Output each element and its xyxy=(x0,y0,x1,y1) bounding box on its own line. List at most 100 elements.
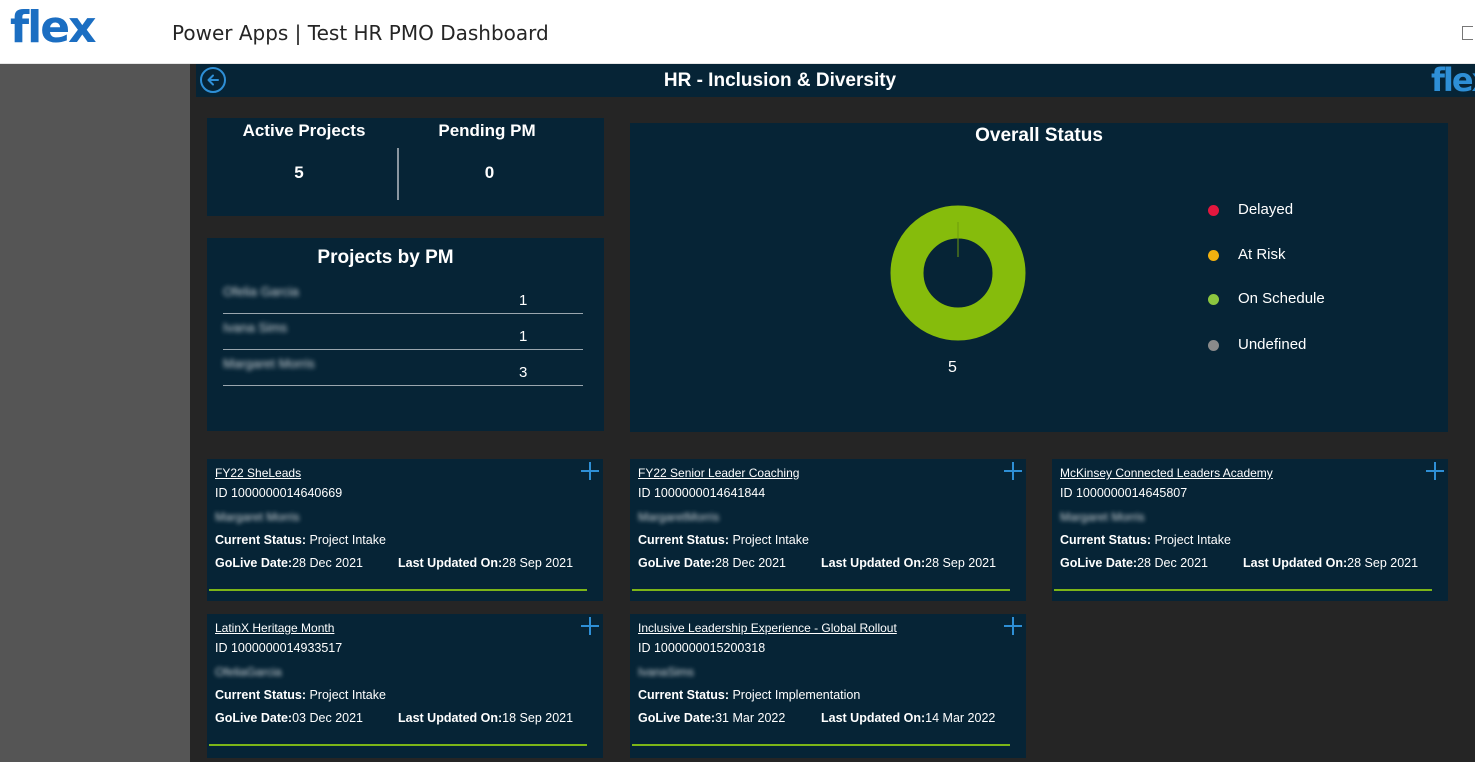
last-updated: Last Updated On:28 Sep 2021 xyxy=(821,556,996,570)
status-label: Current Status: xyxy=(215,688,306,702)
left-rail xyxy=(0,64,190,762)
updated-label: Last Updated On: xyxy=(398,556,503,570)
add-icon[interactable] xyxy=(1004,617,1022,635)
add-icon[interactable] xyxy=(1004,462,1022,480)
project-id: ID 1000000014645807 xyxy=(1060,486,1188,500)
status-value: Project Implementation xyxy=(732,688,861,702)
project-status: Current Status: Project Intake xyxy=(638,533,809,547)
updated-label: Last Updated On: xyxy=(821,711,926,725)
golive-label: GoLive Date: xyxy=(638,556,716,570)
updated-value: 28 Sep 2021 xyxy=(502,556,574,570)
active-projects-label: Active Projects xyxy=(242,121,366,140)
project-id: ID 1000000014640669 xyxy=(215,486,343,500)
project-status: Current Status: Project Implementation xyxy=(638,688,860,702)
project-dates: GoLive Date:28 Dec 2021 Last Updated On:… xyxy=(215,556,605,570)
golive-label: GoLive Date: xyxy=(1060,556,1138,570)
kpi-divider xyxy=(397,148,399,200)
status-label: Current Status: xyxy=(1060,533,1151,547)
add-icon[interactable] xyxy=(581,462,599,480)
last-updated: Last Updated On:28 Sep 2021 xyxy=(1243,556,1418,570)
project-title-link[interactable]: FY22 Senior Leader Coaching xyxy=(638,466,799,480)
golive: GoLive Date:28 Dec 2021 xyxy=(1060,556,1208,570)
updated-value: 28 Sep 2021 xyxy=(1347,556,1419,570)
project-title-link[interactable]: FY22 SheLeads xyxy=(215,466,301,480)
card-status-line xyxy=(632,744,1010,746)
pm-count: 1 xyxy=(519,292,528,309)
status-label: Current Status: xyxy=(215,533,306,547)
golive-value: 28 Dec 2021 xyxy=(715,556,786,570)
project-owner: MargaretMorris xyxy=(638,510,720,524)
pm-row[interactable]: Ofelia Garcia 1 xyxy=(223,279,583,314)
active-projects-value: 5 xyxy=(294,163,304,182)
legend-label: At Risk xyxy=(1238,246,1286,263)
project-status: Current Status: Project Intake xyxy=(1060,533,1231,547)
golive-label: GoLive Date: xyxy=(215,711,293,725)
legend-label: On Schedule xyxy=(1238,290,1325,307)
project-dates: GoLive Date:28 Dec 2021 Last Updated On:… xyxy=(1060,556,1450,570)
pm-row[interactable]: Ivana Sims 1 xyxy=(223,315,583,350)
project-card: FY22 Senior Leader Coaching ID 100000001… xyxy=(630,459,1026,601)
project-id: ID 1000000015200318 xyxy=(638,641,766,655)
app-header: flex Power Apps | Test HR PMO Dashboard xyxy=(0,0,1475,64)
golive-value: 31 Mar 2022 xyxy=(715,711,786,725)
status-value: Project Intake xyxy=(309,533,386,547)
legend-label: Delayed xyxy=(1238,201,1294,218)
updated-value: 14 Mar 2022 xyxy=(925,711,996,725)
flex-logo: flex xyxy=(10,2,96,53)
golive-label: GoLive Date: xyxy=(215,556,293,570)
card-status-line xyxy=(632,589,1010,591)
golive: GoLive Date:03 Dec 2021 xyxy=(215,711,363,725)
legend-dot-undefined xyxy=(1208,340,1219,351)
page-title: HR - Inclusion & Diversity xyxy=(663,70,897,91)
project-title-link[interactable]: McKinsey Connected Leaders Academy xyxy=(1060,466,1273,480)
project-owner: IvanaSims xyxy=(638,665,695,679)
golive-value: 28 Dec 2021 xyxy=(1137,556,1208,570)
fullscreen-icon[interactable] xyxy=(1462,26,1473,40)
donut-total-label: 5 xyxy=(948,359,957,376)
last-updated: Last Updated On:18 Sep 2021 xyxy=(398,711,573,725)
pm-name: Ofelia Garcia xyxy=(223,284,299,299)
title-bar: HR - Inclusion & Diversity flex xyxy=(196,61,1475,99)
pm-name: Ivana Sims xyxy=(223,320,288,335)
overall-status-title: Overall Status xyxy=(975,125,1103,146)
project-title-link[interactable]: LatinX Heritage Month xyxy=(215,621,334,635)
golive: GoLive Date:31 Mar 2022 xyxy=(638,711,785,725)
project-card: McKinsey Connected Leaders Academy ID 10… xyxy=(1052,459,1448,601)
legend-dot-at-risk xyxy=(1208,250,1219,261)
project-id: ID 1000000014933517 xyxy=(215,641,343,655)
card-status-line xyxy=(1054,589,1432,591)
add-icon[interactable] xyxy=(581,617,599,635)
add-icon[interactable] xyxy=(1426,462,1444,480)
project-owner: Margaret Morris xyxy=(215,510,300,524)
project-status: Current Status: Project Intake xyxy=(215,533,386,547)
golive-value: 28 Dec 2021 xyxy=(292,556,363,570)
updated-value: 28 Sep 2021 xyxy=(925,556,997,570)
card-status-line xyxy=(209,744,587,746)
updated-label: Last Updated On: xyxy=(1243,556,1348,570)
status-value: Project Intake xyxy=(309,688,386,702)
pm-row[interactable]: Margaret Morris 3 xyxy=(223,351,583,386)
updated-value: 18 Sep 2021 xyxy=(502,711,574,725)
project-card: Inclusive Leadership Experience - Global… xyxy=(630,614,1026,758)
overall-status-panel: Overall Status 5 Delayed At Risk On Sche… xyxy=(630,123,1448,432)
golive-label: GoLive Date: xyxy=(638,711,716,725)
golive: GoLive Date:28 Dec 2021 xyxy=(638,556,786,570)
status-value: Project Intake xyxy=(732,533,809,547)
legend-label: Undefined xyxy=(1238,336,1307,353)
project-title-link[interactable]: Inclusive Leadership Experience - Global… xyxy=(638,621,897,635)
updated-label: Last Updated On: xyxy=(821,556,926,570)
status-label: Current Status: xyxy=(638,688,729,702)
status-value: Project Intake xyxy=(1154,533,1231,547)
project-dates: GoLive Date:31 Mar 2022 Last Updated On:… xyxy=(638,711,1028,725)
status-donut-chart[interactable] xyxy=(888,187,1028,359)
projects-by-pm-panel: Projects by PM Ofelia Garcia 1 Ivana Sim… xyxy=(207,238,604,431)
project-status: Current Status: Project Intake xyxy=(215,688,386,702)
project-id: ID 1000000014641844 xyxy=(638,486,766,500)
pending-pm-value: 0 xyxy=(484,163,495,182)
status-label: Current Status: xyxy=(638,533,729,547)
updated-label: Last Updated On: xyxy=(398,711,503,725)
projects-by-pm-title: Projects by PM xyxy=(317,247,454,268)
project-dates: GoLive Date:28 Dec 2021 Last Updated On:… xyxy=(638,556,1028,570)
golive-value: 03 Dec 2021 xyxy=(292,711,363,725)
pm-name: Margaret Morris xyxy=(223,356,315,371)
